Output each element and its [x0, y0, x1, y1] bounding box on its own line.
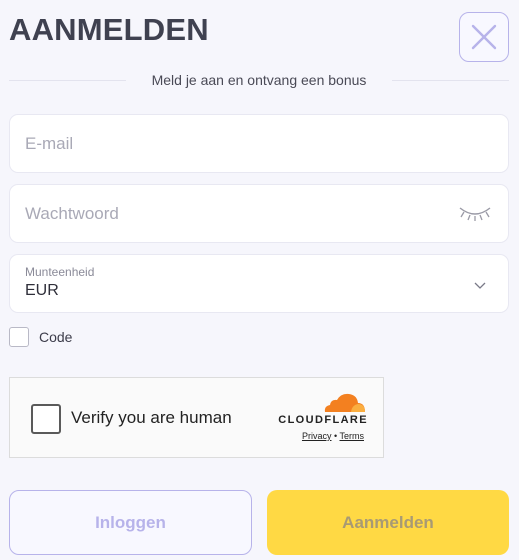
code-toggle[interactable]: Code [9, 327, 72, 347]
close-icon [471, 24, 497, 50]
cloudflare-wordmark: CLOUDFLARE [278, 414, 368, 426]
password-field-container [9, 184, 509, 243]
cloudflare-captcha: Verify you are human CLOUDFLARE Privacy … [9, 377, 384, 458]
captcha-label: Verify you are human [71, 408, 232, 427]
email-input[interactable] [25, 115, 445, 172]
password-input[interactable] [25, 185, 445, 242]
divider-right [392, 79, 509, 81]
eye-closed-icon[interactable] [458, 202, 492, 224]
page-title: AANMELDEN [9, 12, 209, 47]
currency-label: Munteenheid [25, 265, 95, 279]
divider-left [9, 79, 126, 81]
captcha-checkbox[interactable] [31, 404, 61, 434]
currency-select[interactable]: Munteenheid EUR [9, 254, 509, 313]
code-checkbox[interactable] [9, 327, 29, 347]
cloudflare-cloud-icon [324, 393, 365, 412]
subtitle: Meld je aan en ontvang een bonus [151, 72, 367, 88]
chevron-down-icon [474, 282, 486, 289]
subtitle-row: Meld je aan en ontvang een bonus [9, 70, 509, 90]
currency-value: EUR [25, 282, 59, 299]
login-button[interactable]: Inloggen [9, 490, 252, 555]
terms-link[interactable]: Terms [340, 431, 365, 441]
captcha-links: Privacy • Terms [272, 431, 364, 441]
links-separator: • [334, 431, 338, 441]
close-button[interactable] [459, 12, 509, 62]
register-button[interactable]: Aanmelden [267, 490, 509, 555]
email-field-container [9, 114, 509, 173]
privacy-link[interactable]: Privacy [302, 431, 332, 441]
code-label: Code [39, 329, 73, 345]
